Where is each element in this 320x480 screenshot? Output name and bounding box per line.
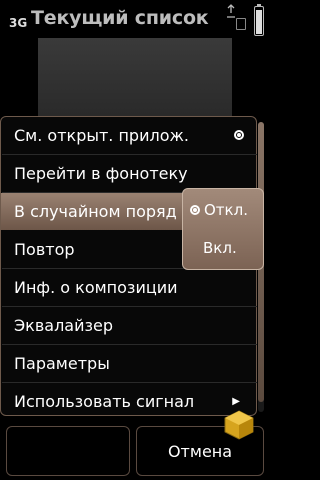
watermark-cube-icon xyxy=(224,410,254,440)
radio-selected-icon xyxy=(190,205,200,215)
menu-item-settings[interactable]: Параметры xyxy=(1,345,258,382)
shuffle-submenu: Откл. Вкл. xyxy=(182,188,264,270)
submenu-option-label: Вкл. xyxy=(203,239,237,257)
menu-item-label: См. открыт. прилож. xyxy=(14,126,189,145)
menu-item-label: В случайном поряд xyxy=(14,202,177,221)
submenu-option-on[interactable]: Вкл. xyxy=(183,229,263,267)
menu-item-equalizer[interactable]: Эквалайзер xyxy=(1,307,258,344)
connection-icon xyxy=(236,18,246,30)
menu-item-label: Использовать сигнал xyxy=(14,392,195,411)
left-softkey[interactable] xyxy=(6,426,130,476)
signal-icon xyxy=(227,4,235,18)
page-title: Текущий список xyxy=(31,7,209,29)
menu-item-label: Повтор xyxy=(14,240,75,259)
menu-item-label: Перейти в фонотеку xyxy=(14,164,188,183)
menu-item-open-apps[interactable]: См. открыт. прилож. xyxy=(1,117,258,154)
status-bar: 3G Текущий список xyxy=(0,0,270,38)
menu-item-track-info[interactable]: Инф. о композиции xyxy=(1,269,258,306)
submenu-option-off[interactable]: Откл. xyxy=(183,191,263,229)
screen: 3G Текущий список См. открыт. прилож. Пе… xyxy=(0,0,270,480)
menu-item-label: Параметры xyxy=(14,354,110,373)
submenu-option-label: Откл. xyxy=(204,201,248,219)
menu-item-use-as-ringtone[interactable]: Использовать сигнал ▶ xyxy=(1,383,258,420)
menu-item-label: Эквалайзер xyxy=(14,316,114,335)
menu-item-go-to-library[interactable]: Перейти в фонотеку xyxy=(1,155,258,192)
radio-selected-icon xyxy=(234,130,244,140)
menu-item-label: Инф. о композиции xyxy=(14,278,178,297)
battery-icon xyxy=(254,4,264,36)
network-type: 3G xyxy=(9,16,28,30)
album-artwork xyxy=(38,38,232,116)
